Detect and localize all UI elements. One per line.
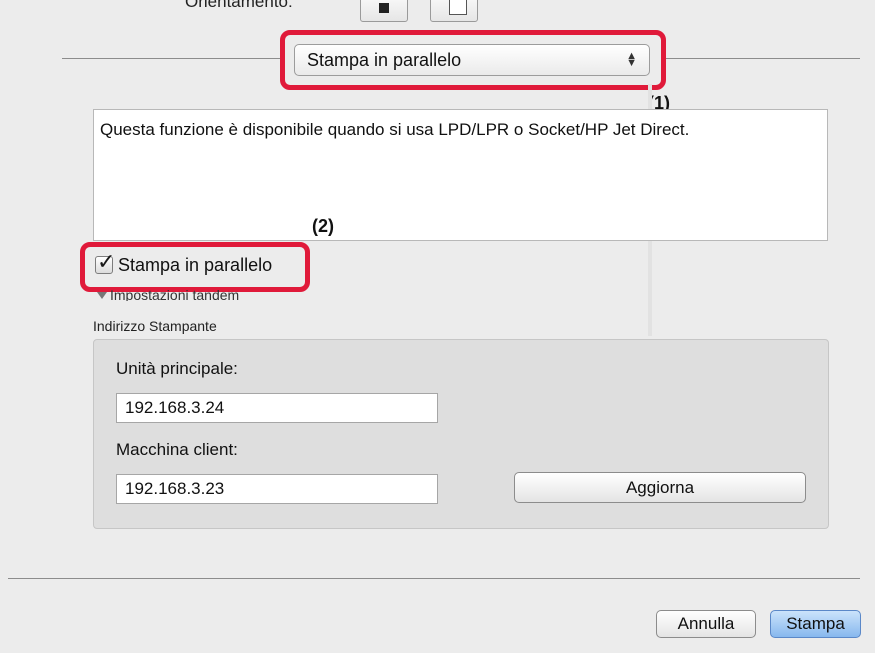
orientation-label: Orientamento:	[185, 0, 293, 11]
popup-arrows-icon: ▲ ▼	[626, 50, 637, 69]
separator-right	[664, 58, 860, 59]
client-machine-ip-field[interactable]: 192.168.3.23	[116, 474, 438, 504]
popup-selected-value: Stampa in parallelo	[307, 50, 462, 70]
printer-address-title: Indirizzo Stampante	[93, 318, 217, 334]
update-button[interactable]: Aggiorna	[514, 472, 806, 503]
feature-popup-menu[interactable]: Stampa in parallelo ▲ ▼	[294, 44, 650, 76]
checkmark-icon: ✓	[97, 249, 116, 274]
landscape-icon	[449, 0, 467, 15]
portrait-icon	[379, 3, 389, 13]
tandem-settings-label: Impostazioni tandem	[110, 287, 240, 301]
callout-2: (2)	[312, 216, 334, 236]
client-machine-label: Macchina client:	[116, 440, 238, 459]
main-unit-label: Unità principale:	[116, 359, 238, 378]
print-button[interactable]: Stampa	[770, 610, 861, 638]
disclosure-triangle-icon[interactable]	[97, 292, 107, 299]
cancel-button[interactable]: Annulla	[656, 610, 756, 638]
footer-separator	[8, 578, 860, 579]
feature-description: Questa funzione è disponibile quando si …	[93, 109, 828, 241]
separator-left	[62, 58, 282, 59]
landscape-orientation-button[interactable]	[430, 0, 478, 22]
parallel-print-label[interactable]: Stampa in parallelo	[118, 255, 272, 276]
portrait-orientation-button[interactable]	[360, 0, 408, 22]
main-unit-ip-field[interactable]: 192.168.3.24	[116, 393, 438, 423]
